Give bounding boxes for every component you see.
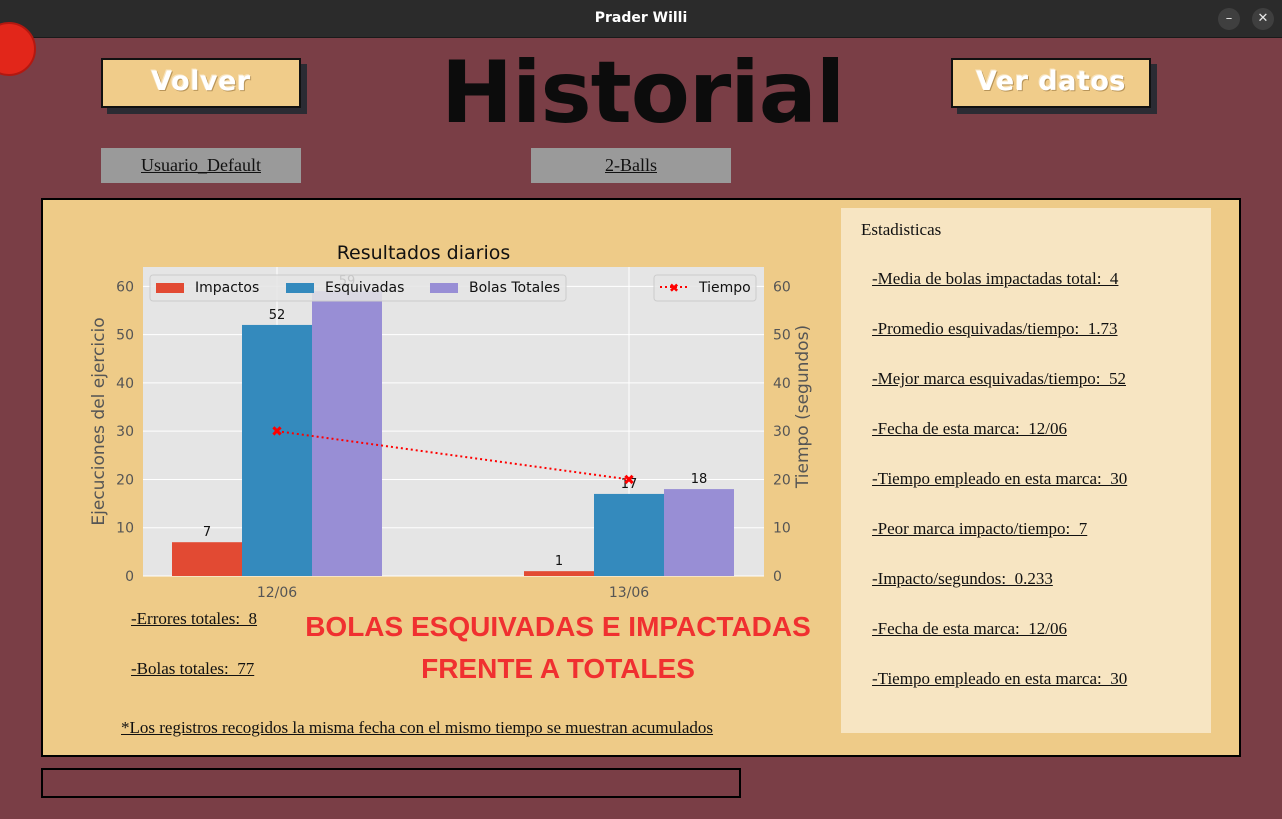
stat-item: -Media de bolas impactadas total: 4 (872, 269, 1119, 288)
x-tick-label: 12/06 (257, 585, 297, 601)
legend-label: Bolas Totales (469, 280, 560, 296)
legend2-marker: ✖ (669, 281, 679, 295)
y2-tick-label: 30 (773, 424, 791, 440)
bar-value-label: 18 (691, 472, 708, 487)
tiempo-marker: ✖ (623, 472, 635, 488)
y-tick-label: 20 (116, 472, 134, 488)
bar-impactos (172, 542, 242, 576)
close-icon[interactable]: ✕ (1252, 8, 1274, 30)
y2-tick-label: 50 (773, 328, 791, 344)
y2-tick-label: 0 (773, 569, 782, 585)
footnote: *Los registros recogidos la misma fecha … (121, 718, 714, 737)
stats-title: Estadisticas (861, 220, 942, 239)
tiempo-marker: ✖ (271, 424, 283, 440)
status-bar (41, 768, 741, 798)
legend-swatch (286, 283, 314, 293)
stat-item: -Fecha de esta marca: 12/06 (872, 619, 1067, 638)
chart-headline: BOLAS ESQUIVADAS E IMPACTADAS FRENTE A T… (270, 606, 846, 690)
y-tick-label: 40 (116, 376, 134, 392)
y2-tick-label: 40 (773, 376, 791, 392)
stat-item: -Tiempo empleado en esta marca: 30 (872, 469, 1128, 488)
minimize-icon[interactable]: – (1218, 8, 1240, 30)
y-tick-label: 60 (116, 279, 134, 295)
legend-swatch (430, 283, 458, 293)
total-balls: -Bolas totales: 77 (131, 659, 255, 678)
legend2-label: Tiempo (698, 280, 751, 296)
headline-line-2: FRENTE A TOTALES (421, 653, 695, 684)
user-selector[interactable]: Usuario_Default (101, 148, 301, 183)
chart-title: Resultados diarios (337, 242, 511, 264)
daily-results-chart: 00101020203030404050506060715217591812/0… (89, 242, 813, 601)
bar-esquivadas (242, 324, 312, 576)
bar-esquivadas (594, 493, 664, 576)
headline-line-1: BOLAS ESQUIVADAS E IMPACTADAS (305, 611, 811, 642)
stat-item: -Impacto/segundos: 0.233 (872, 569, 1053, 588)
stat-item: -Fecha de esta marca: 12/06 (872, 419, 1067, 438)
legend-label: Impactos (195, 280, 259, 296)
legend-swatch (156, 283, 184, 293)
y-axis-label: Ejecuciones del ejercicio (89, 317, 109, 525)
y2-axis-label: Tiempo (segundos) (793, 325, 813, 489)
y2-tick-label: 20 (773, 472, 791, 488)
bar-bolas-totales (312, 291, 382, 576)
stat-item: -Promedio esquivadas/tiempo: 1.73 (872, 319, 1118, 338)
y-tick-label: 30 (116, 424, 134, 440)
y-tick-label: 10 (116, 521, 134, 537)
bar-value-label: 1 (555, 554, 563, 569)
legend-label: Esquivadas (325, 280, 404, 296)
stats-panel: Estadisticas -Media de bolas impactadas … (841, 208, 1211, 733)
y2-tick-label: 10 (773, 521, 791, 537)
view-data-button[interactable]: Ver datos (951, 58, 1151, 108)
y-tick-label: 0 (125, 569, 134, 585)
back-button[interactable]: Volver (101, 58, 301, 108)
page-title: Historial (441, 43, 845, 143)
x-tick-label: 13/06 (609, 585, 649, 601)
stat-item: -Peor marca impacto/tiempo: 7 (872, 519, 1088, 538)
game-selector[interactable]: 2-Balls (531, 148, 731, 183)
bar-value-label: 52 (269, 308, 286, 323)
window-titlebar: Prader Willi – ✕ (0, 0, 1282, 38)
total-errors: -Errores totales: 8 (131, 609, 258, 628)
bar-value-label: 7 (203, 525, 211, 540)
stat-item: -Mejor marca esquivadas/tiempo: 52 (872, 369, 1126, 388)
window-title: Prader Willi (594, 10, 688, 26)
bar-impactos (524, 571, 594, 576)
bar-bolas-totales (664, 489, 734, 576)
y-tick-label: 50 (116, 328, 134, 344)
stat-item: -Tiempo empleado en esta marca: 30 (872, 669, 1128, 688)
y2-tick-label: 60 (773, 279, 791, 295)
